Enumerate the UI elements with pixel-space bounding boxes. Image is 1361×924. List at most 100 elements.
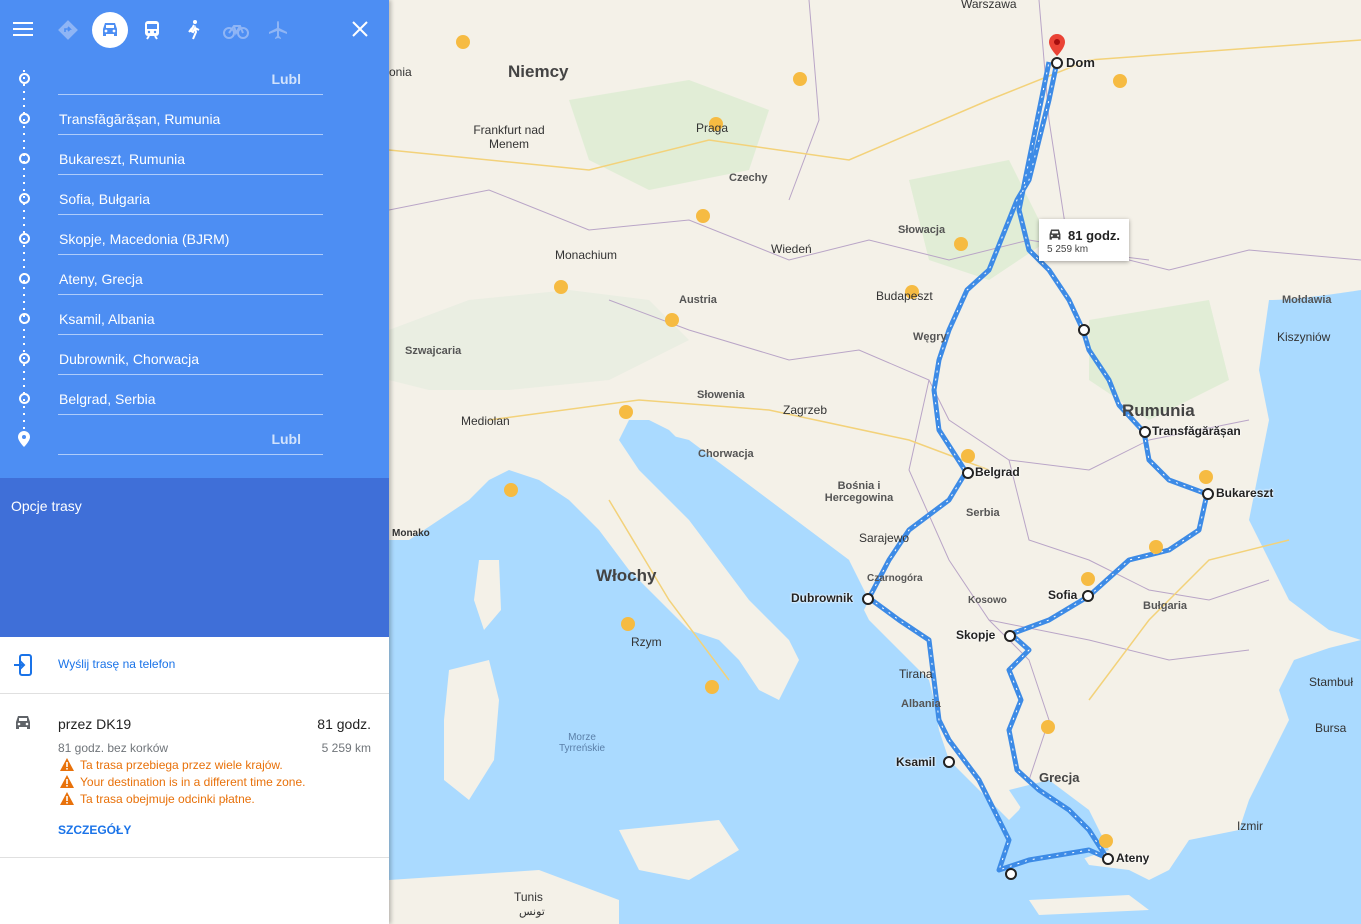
country-label: Mołdawia — [1282, 294, 1332, 306]
city-label: Izmir — [1237, 819, 1263, 833]
stop-marker-icon[interactable] — [1005, 868, 1017, 880]
country-label: Czechy — [729, 172, 768, 184]
waypoint-input-3[interactable]: Bukareszt, Rumunia — [58, 136, 323, 175]
waypoint-text: Lubl — [271, 71, 301, 87]
city-label: Zagrzeb — [783, 403, 828, 417]
waypoint-dot-icon — [19, 353, 30, 364]
place-star-icon[interactable] — [621, 617, 635, 631]
waypoint-input-5[interactable]: Skopje, Macedonia (BJRM) — [58, 216, 323, 255]
waypoint-dot-icon — [19, 313, 30, 324]
directions-panel: Lubl Transfăgărășan, Rumunia Bukareszt, … — [0, 0, 389, 924]
stop-label: Transfăgărășan — [1152, 424, 1241, 438]
mode-flight-icon[interactable] — [260, 12, 296, 48]
waypoint-input-7[interactable]: Ksamil, Albania — [58, 296, 323, 335]
waypoint-input-1[interactable]: Lubl — [58, 56, 323, 95]
route-no-traffic: 81 godz. bez korków — [58, 741, 169, 755]
place-star-icon[interactable] — [1199, 470, 1213, 484]
country-label: Słowenia — [697, 389, 745, 401]
place-star-icon[interactable] — [456, 35, 470, 49]
waypoint-input-9[interactable]: Belgrad, Serbia — [58, 376, 323, 415]
stop-label: Skopje — [956, 628, 996, 642]
place-star-icon[interactable] — [961, 449, 975, 463]
stop-marker-icon[interactable] — [1051, 57, 1063, 69]
country-label: Albania — [901, 698, 941, 710]
mode-best-icon[interactable] — [50, 12, 86, 48]
stop-marker-icon[interactable] — [1202, 488, 1214, 500]
place-star-icon[interactable] — [705, 680, 719, 694]
country-label: Słowacja — [898, 224, 946, 236]
country-label: Rumunia — [1122, 401, 1195, 420]
route-duration: 81 godz. — [317, 716, 371, 732]
place-star-icon[interactable] — [793, 72, 807, 86]
stop-marker-icon[interactable] — [1139, 426, 1151, 438]
place-star-icon[interactable] — [504, 483, 518, 497]
directions-header: Lubl Transfăgărășan, Rumunia Bukareszt, … — [0, 0, 389, 478]
stop-marker-icon[interactable] — [1004, 630, 1016, 642]
waypoint-input-6[interactable]: Ateny, Grecja — [58, 256, 323, 295]
country-label: Węgry — [913, 331, 947, 343]
country-label: Chorwacja — [698, 448, 754, 460]
stop-label: Ksamil — [896, 755, 936, 769]
stop-label: Belgrad — [975, 465, 1020, 479]
country-label: Serbia — [966, 507, 1000, 519]
city-label: Sarajewo — [859, 531, 910, 545]
mode-walk-icon[interactable] — [176, 12, 212, 48]
city-label: Mediolan — [461, 414, 510, 428]
place-star-icon[interactable] — [619, 405, 633, 419]
waypoint-text: Lubl — [271, 431, 301, 447]
waypoint-text: Skopje, Macedonia (BJRM) — [59, 231, 230, 247]
country-label: Kosowo — [968, 595, 1007, 606]
route-options[interactable]: Opcje trasy — [0, 478, 389, 637]
waypoint-connector — [23, 70, 25, 440]
city-label: Frankfurt nad Menem — [473, 123, 545, 151]
details-button[interactable]: SZCZEGÓŁY — [58, 823, 131, 837]
waypoint-input-8[interactable]: Dubrownik, Chorwacja — [58, 336, 323, 375]
mode-car-icon[interactable] — [92, 12, 128, 48]
place-star-icon[interactable] — [954, 237, 968, 251]
route-options-label: Opcje trasy — [11, 498, 82, 514]
waypoint-input-4[interactable]: Sofia, Bułgaria — [58, 176, 323, 215]
waypoint-dot-icon — [19, 153, 30, 164]
map-canvas[interactable]: Warszawa onia Niemcy Frankfurt nad Menem… — [389, 0, 1361, 924]
city-label: onia — [389, 65, 412, 79]
place-star-icon[interactable] — [1081, 572, 1095, 586]
place-star-icon[interactable] — [1041, 720, 1055, 734]
mode-transit-icon[interactable] — [134, 12, 170, 48]
stop-marker-icon[interactable] — [1078, 324, 1090, 336]
waypoint-text: Belgrad, Serbia — [59, 391, 156, 407]
city-label: Budapeszt — [876, 289, 933, 303]
waypoint-text: Sofia, Bułgaria — [59, 191, 151, 207]
waypoint-text: Bukareszt, Rumunia — [59, 151, 186, 167]
stop-label: Dubrownik — [791, 591, 853, 605]
waypoint-dot-icon — [19, 273, 30, 284]
waypoint-input-2[interactable]: Transfăgărășan, Rumunia — [58, 96, 323, 135]
send-to-phone[interactable]: Wyślij trasę na telefon — [0, 637, 389, 694]
warning-icon — [60, 792, 74, 810]
stop-marker-icon[interactable] — [962, 467, 974, 479]
country-label: Austria — [679, 294, 717, 306]
waypoint-text: Transfăgărășan, Rumunia — [59, 111, 221, 127]
city-label: Stambuł — [1309, 675, 1354, 689]
place-star-icon[interactable] — [1099, 834, 1113, 848]
place-star-icon[interactable] — [665, 313, 679, 327]
city-label: Monako — [392, 528, 430, 539]
place-star-icon[interactable] — [554, 280, 568, 294]
country-label: Włochy — [596, 566, 657, 585]
stop-label: Ateny — [1116, 851, 1150, 865]
route-info-card[interactable]: 81 godz. 5 259 km — [1039, 219, 1129, 261]
mode-bike-icon[interactable] — [218, 12, 254, 48]
route-result[interactable]: przez DK19 81 godz. 81 godz. bez korków … — [0, 694, 389, 858]
stop-marker-icon[interactable] — [1102, 853, 1114, 865]
place-star-icon[interactable] — [696, 209, 710, 223]
close-icon[interactable] — [349, 18, 371, 40]
place-star-icon[interactable] — [1149, 540, 1163, 554]
route-via: przez DK19 — [58, 716, 132, 732]
city-label: Praga — [696, 121, 729, 135]
stop-marker-icon[interactable] — [943, 756, 955, 768]
stop-marker-icon[interactable] — [1082, 590, 1094, 602]
waypoint-input-10[interactable]: Lubl — [58, 416, 323, 455]
waypoint-text: Ksamil, Albania — [59, 311, 155, 327]
city-label: Warszawa — [961, 0, 1017, 11]
stop-marker-icon[interactable] — [862, 593, 874, 605]
place-star-icon[interactable] — [1113, 74, 1127, 88]
